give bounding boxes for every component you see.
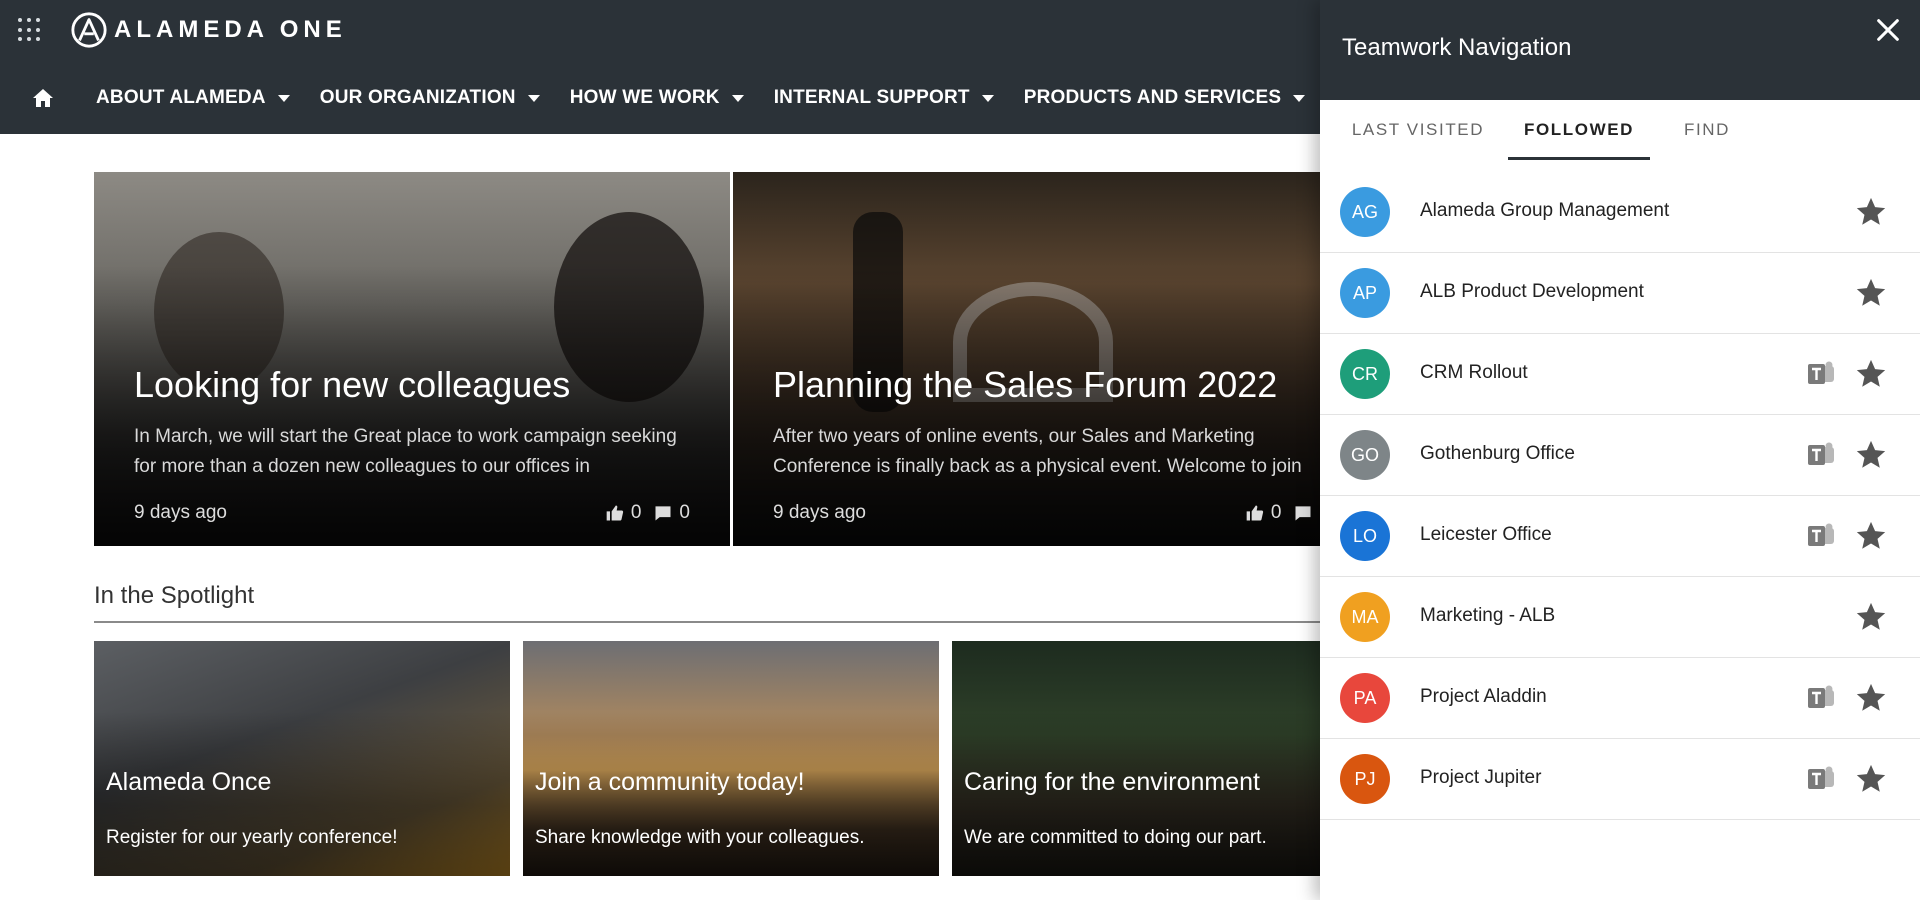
team-avatar: MA	[1340, 592, 1390, 642]
nav-item-label: PRODUCTS AND SERVICES	[1023, 87, 1282, 108]
news-date: 9 days ago	[773, 502, 866, 523]
caret-down-icon	[277, 94, 290, 102]
team-avatar: AG	[1340, 187, 1390, 237]
tab-followed[interactable]: FOLLOWED	[1508, 100, 1650, 160]
teamwork-navigation-panel: Teamwork Navigation LAST VISITED FOLLOWE…	[1320, 0, 1920, 900]
news-stats: 0 0	[593, 502, 690, 524]
news-description: In March, we will start the Great place …	[134, 426, 677, 477]
nav-our-organization[interactable]: OUR ORGANIZATION	[320, 76, 540, 120]
followed-list: AG Alameda Group Management AP ALB Product …	[1320, 172, 1920, 820]
comment-count[interactable]: 0	[1293, 502, 1320, 524]
nav-item-label: HOW WE WORK	[569, 87, 720, 108]
followed-item[interactable]: MA Marketing - ALB	[1320, 577, 1920, 658]
news-description: After two years of online events, our Sa…	[773, 426, 1302, 477]
like-count[interactable]: 0	[1245, 502, 1281, 524]
comment-icon	[655, 506, 671, 521]
panel-header: Teamwork Navigation	[1320, 0, 1920, 100]
spotlight-heading: In the Spotlight	[94, 582, 255, 609]
spotlight-card-title: Caring for the environment	[964, 768, 1260, 796]
alameda-logo-icon	[71, 12, 107, 48]
nav-about-alameda[interactable]: ABOUT ALAMEDA	[96, 76, 290, 120]
thumbs-up-icon	[1246, 505, 1263, 521]
home-icon[interactable]	[20, 76, 66, 120]
team-avatar: AP	[1340, 268, 1390, 318]
thumbs-up-icon	[606, 505, 623, 521]
news-title: Looking for new colleagues	[134, 364, 571, 405]
spotlight-card-description: Register for our yearly conference!	[106, 827, 398, 848]
spotlight-card-environment[interactable]: Caring for the environment We are commit…	[952, 641, 1368, 876]
comment-icon	[1295, 506, 1311, 521]
followed-item[interactable]: AG Alameda Group Management	[1320, 172, 1920, 253]
main-navigation: ABOUT ALAMEDA OUR ORGANIZATION HOW WE WO…	[0, 76, 1306, 120]
tab-last-visited[interactable]: LAST VISITED	[1340, 100, 1496, 160]
app-launcher-icon[interactable]	[18, 18, 42, 42]
team-name: Leicester Office	[1420, 524, 1552, 545]
site-logo[interactable]: ALAMEDA ONE	[70, 10, 347, 50]
star-icon[interactable]	[1854, 519, 1888, 553]
caret-down-icon	[981, 94, 994, 102]
caret-down-icon	[527, 94, 540, 102]
panel-tabs: LAST VISITED FOLLOWED FIND	[1320, 100, 1920, 160]
news-title: Planning the Sales Forum 2022	[773, 364, 1278, 405]
star-icon[interactable]	[1854, 438, 1888, 472]
nav-item-label: OUR ORGANIZATION	[319, 87, 516, 108]
caret-down-icon	[1293, 94, 1306, 102]
spotlight-card-alameda-once[interactable]: Alameda Once Register for our yearly con…	[94, 641, 510, 876]
team-avatar: CR	[1340, 349, 1390, 399]
team-name: Project Aladdin	[1420, 686, 1547, 707]
star-icon[interactable]	[1854, 681, 1888, 715]
like-count[interactable]: 0	[605, 502, 641, 524]
close-icon[interactable]	[1874, 16, 1902, 44]
followed-item[interactable]: PJ Project Jupiter	[1320, 739, 1920, 820]
nav-item-label: INTERNAL SUPPORT	[773, 87, 970, 108]
microsoft-teams-icon[interactable]	[1806, 684, 1836, 712]
followed-item[interactable]: AP ALB Product Development	[1320, 253, 1920, 334]
star-icon[interactable]	[1854, 357, 1888, 391]
spotlight-card-community[interactable]: Join a community today! Share knowledge …	[523, 641, 939, 876]
nav-products-and-services[interactable]: PRODUCTS AND SERVICES	[1024, 76, 1306, 120]
star-icon[interactable]	[1854, 762, 1888, 796]
spotlight-card-title: Alameda Once	[106, 768, 272, 796]
microsoft-teams-icon[interactable]	[1806, 765, 1836, 793]
team-name: Marketing - ALB	[1420, 605, 1556, 626]
spotlight-card-description: Share knowledge with your colleagues.	[535, 827, 865, 848]
microsoft-teams-icon[interactable]	[1806, 360, 1836, 388]
tab-find[interactable]: FIND	[1662, 100, 1752, 160]
microsoft-teams-icon[interactable]	[1806, 441, 1836, 469]
followed-item[interactable]: GO Gothenburg Office	[1320, 415, 1920, 496]
followed-item[interactable]: LO Leicester Office	[1320, 496, 1920, 577]
team-avatar: PA	[1340, 673, 1390, 723]
microsoft-teams-icon[interactable]	[1806, 522, 1836, 550]
team-avatar: PJ	[1340, 754, 1390, 804]
star-icon[interactable]	[1854, 276, 1888, 310]
spotlight-card-description: We are committed to doing our part.	[964, 827, 1267, 848]
team-name: Gothenburg Office	[1420, 443, 1575, 464]
news-date: 9 days ago	[134, 502, 227, 523]
app-root: ALAMEDA ONE ABOUT ALAMEDA OUR ORGANIZATI…	[0, 0, 1920, 900]
comment-count[interactable]: 0	[653, 502, 690, 524]
nav-item-label: ABOUT ALAMEDA	[96, 87, 266, 108]
team-avatar: LO	[1340, 511, 1390, 561]
panel-title: Teamwork Navigation	[1342, 34, 1572, 61]
star-icon[interactable]	[1854, 600, 1888, 634]
spotlight-divider	[94, 621, 1320, 623]
logo-text: ALAMEDA ONE	[114, 16, 347, 43]
team-name: CRM Rollout	[1420, 362, 1528, 383]
spotlight-card-title: Join a community today!	[535, 768, 805, 796]
news-stats: 0 0	[1233, 502, 1320, 524]
caret-down-icon	[731, 94, 744, 102]
news-card-colleagues[interactable]: Looking for new colleagues In March, we …	[94, 172, 730, 546]
team-name: ALB Product Development	[1420, 281, 1644, 302]
team-name: Project Jupiter	[1420, 767, 1542, 788]
nav-internal-support[interactable]: INTERNAL SUPPORT	[774, 76, 994, 120]
team-name: Alameda Group Management	[1420, 200, 1670, 221]
followed-item[interactable]: CR CRM Rollout	[1320, 334, 1920, 415]
nav-how-we-work[interactable]: HOW WE WORK	[570, 76, 744, 120]
followed-item[interactable]: PA Project Aladdin	[1320, 658, 1920, 739]
news-card-sales-forum[interactable]: Planning the Sales Forum 2022 After two …	[733, 172, 1320, 546]
team-avatar: GO	[1340, 430, 1390, 480]
star-icon[interactable]	[1854, 195, 1888, 229]
